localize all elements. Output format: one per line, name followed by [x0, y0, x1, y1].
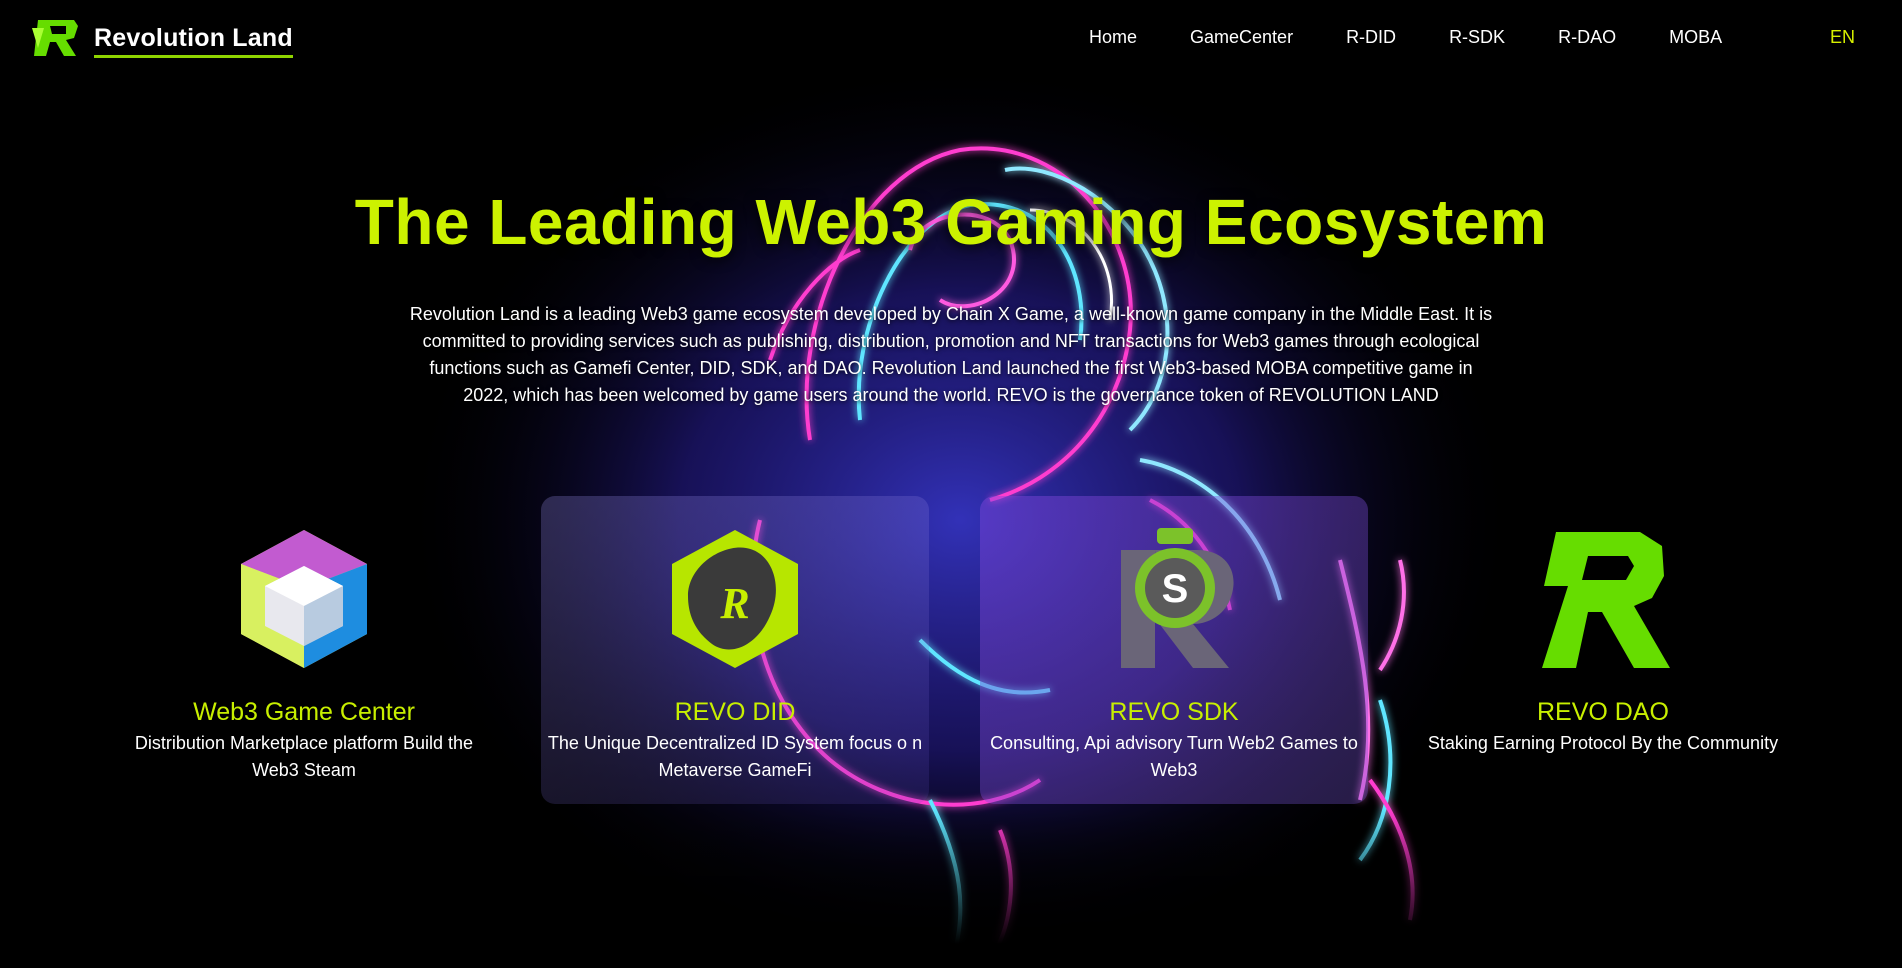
nav-r-did[interactable]: R-DID — [1346, 27, 1396, 48]
site-header: Revolution Land Home GameCenter R-DID R-… — [0, 0, 1902, 78]
nav-moba[interactable]: MOBA — [1669, 27, 1722, 48]
nav-r-dao[interactable]: R-DAO — [1558, 27, 1616, 48]
revo-dao-icon — [1542, 532, 1670, 668]
revolution-land-logo-icon — [32, 20, 78, 56]
nav-r-sdk[interactable]: R-SDK — [1449, 27, 1505, 48]
hero-title: The Leading Web3 Gaming Ecosystem — [354, 186, 1548, 258]
feature-title: REVO SDK — [1109, 698, 1239, 726]
language-selector[interactable]: EN — [1830, 27, 1855, 48]
feature-description: The Unique Decentralized ID System focus… — [547, 733, 923, 780]
feature-description: Staking Earning Protocol By the Communit… — [1427, 733, 1779, 753]
feature-card-revo-did[interactable]: R REVO DID The Unique Decentralized ID S… — [541, 496, 929, 804]
svg-text:R: R — [719, 579, 749, 628]
feature-description: Consulting, Api advisory Turn Web2 Games… — [990, 733, 1358, 780]
hero-background-artwork — [0, 0, 1902, 968]
svg-text:S: S — [1162, 567, 1189, 611]
nav-gamecenter[interactable]: GameCenter — [1190, 27, 1293, 48]
revo-sdk-icon: S — [1121, 528, 1234, 668]
main-nav: Home GameCenter R-DID R-SDK R-DAO MOBA — [1089, 27, 1775, 48]
hero-description: Revolution Land is a leading Web3 game e… — [409, 304, 1493, 405]
feature-card-revo-sdk[interactable]: S REVO SDK Consulting, Api advisory Turn… — [980, 496, 1368, 804]
feature-title: Web3 Game Center — [193, 698, 415, 726]
feature-card-game-center[interactable]: Web3 Game Center Distribution Marketplac… — [110, 496, 498, 804]
feature-card-revo-dao[interactable]: REVO DAO Staking Earning Protocol By the… — [1409, 496, 1797, 804]
feature-description: Distribution Marketplace platform Build … — [134, 733, 474, 780]
brand-name: Revolution Land — [94, 23, 293, 58]
cube-hexagon-icon — [241, 530, 367, 668]
feature-title: REVO DAO — [1537, 698, 1669, 726]
feature-title: REVO DID — [674, 698, 796, 726]
revo-did-icon: R — [672, 530, 798, 668]
nav-home[interactable]: Home — [1089, 27, 1137, 48]
brand-logo[interactable]: Revolution Land — [30, 18, 293, 58]
